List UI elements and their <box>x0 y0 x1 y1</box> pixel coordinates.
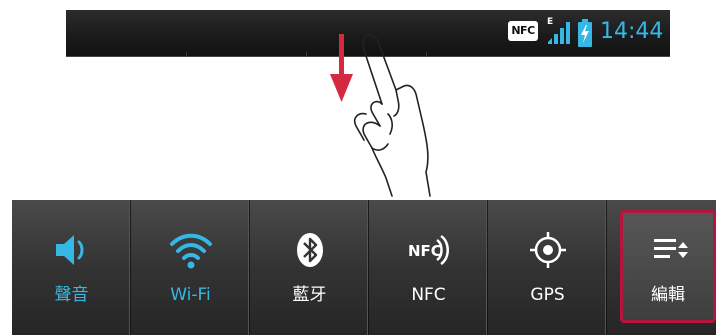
tile-gps[interactable]: GPS <box>488 200 607 335</box>
swipe-down-gesture <box>330 34 431 197</box>
tile-wifi[interactable]: Wi-Fi <box>131 200 250 335</box>
tile-label: 藍牙 <box>292 285 327 305</box>
tile-label: NFC <box>411 285 446 305</box>
status-bar-divider <box>306 52 307 56</box>
wifi-icon <box>169 233 212 269</box>
tile-divider <box>605 200 607 335</box>
tile-edit[interactable]: 編輯 <box>620 200 716 335</box>
quick-settings-panel: 聲音 Wi-Fi 藍牙 NFC NFC GPS 編輯 <box>12 200 716 335</box>
tile-nfc[interactable]: NFC NFC <box>369 200 488 335</box>
status-bar-divider <box>186 52 187 56</box>
speaker-icon <box>55 235 83 265</box>
nfc-icon: NFC <box>508 21 538 41</box>
bluetooth-icon <box>296 233 323 267</box>
tile-label: 聲音 <box>54 285 89 305</box>
gps-icon <box>529 232 566 268</box>
tile-bluetooth[interactable]: 藍牙 <box>250 200 369 335</box>
battery-charging-icon <box>578 19 592 47</box>
edit-list-icon <box>654 239 688 258</box>
tile-label: GPS <box>530 285 565 305</box>
tile-label: 編輯 <box>651 285 685 305</box>
tile-label: Wi-Fi <box>170 285 211 305</box>
hand-swipe-icon <box>353 34 431 197</box>
clock-time: 14:44 <box>600 19 664 44</box>
tile-sound[interactable]: 聲音 <box>12 200 131 335</box>
signal-icon <box>548 22 570 44</box>
nfc-icon: NFC <box>408 234 449 266</box>
svg-text:NFC: NFC <box>408 242 442 260</box>
down-arrow-icon <box>330 34 353 102</box>
